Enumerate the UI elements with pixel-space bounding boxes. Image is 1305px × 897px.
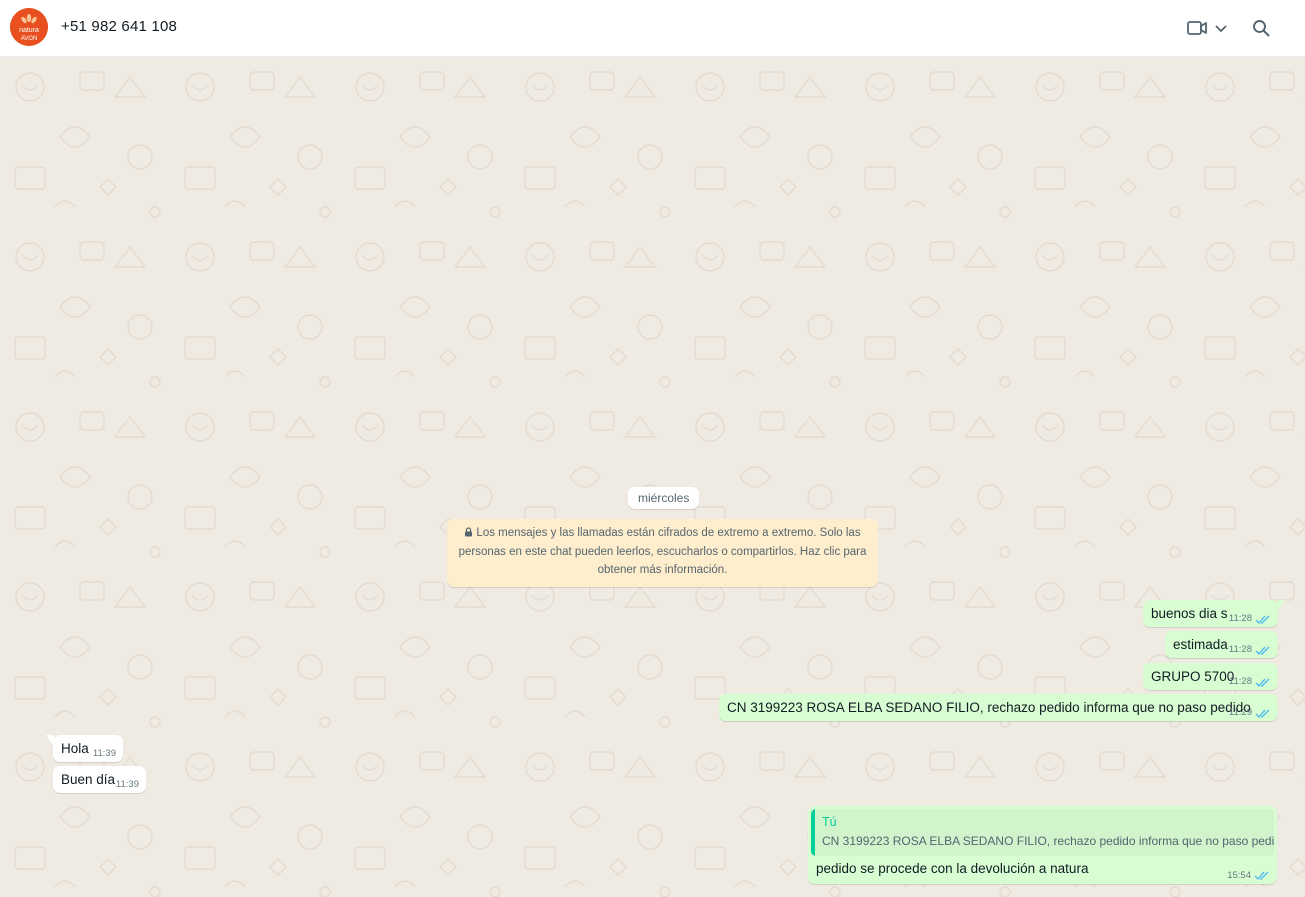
avatar[interactable]: natura AVON: [10, 8, 48, 46]
message-outgoing[interactable]: GRUPO 5700 11:28: [1143, 663, 1278, 690]
quoted-message[interactable]: Tú CN 3199223 ROSA ELBA SEDANO FILIO, re…: [811, 809, 1274, 856]
message-text: Buen día: [61, 772, 116, 787]
message-text: GRUPO 5700: [1151, 669, 1235, 684]
double-check-icon: [1255, 678, 1270, 687]
message-outgoing[interactable]: estimada 11:28: [1165, 631, 1278, 658]
search-button[interactable]: [1252, 14, 1274, 42]
message-text: Hola: [61, 741, 89, 756]
message-outgoing[interactable]: buenos dia s 11:28: [1143, 600, 1285, 627]
double-check-icon: [1254, 871, 1269, 881]
chat-wallpaper: [0, 57, 1305, 897]
quoted-text: CN 3199223 ROSA ELBA SEDANO FILIO, recha…: [822, 834, 1274, 848]
bubble-tail: [46, 735, 54, 747]
search-icon: [1253, 20, 1270, 37]
message-text: buenos dia s: [1151, 606, 1228, 621]
quote-bar: [811, 809, 815, 856]
message-outgoing[interactable]: CN 3199223 ROSA ELBA SEDANO FILIO, recha…: [719, 694, 1278, 721]
message-incoming[interactable]: Hola 11:39: [46, 735, 123, 762]
message-incoming[interactable]: Buen día 11:39: [53, 766, 146, 793]
message-text: CN 3199223 ROSA ELBA SEDANO FILIO, recha…: [727, 700, 1251, 715]
svg-text:AVON: AVON: [21, 36, 38, 42]
natura-avon-logo: natura AVON: [10, 8, 48, 46]
chat-panel[interactable]: miércoles Los mensajes y las llamadas es…: [0, 57, 1305, 897]
message-time: 11:39: [92, 748, 116, 759]
message-time: 11:39: [115, 779, 139, 790]
lock-icon: [465, 527, 473, 537]
message-text: pedido se procede con la devolución a na…: [816, 861, 1089, 876]
chevron-down-icon: [1215, 25, 1227, 33]
message-outgoing-reply[interactable]: Tú CN 3199223 ROSA ELBA SEDANO FILIO, re…: [808, 806, 1277, 884]
double-check-icon: [1255, 615, 1270, 624]
date-chip: miércoles: [628, 487, 700, 509]
encryption-notice-text: Los mensajes y las llamadas están cifrad…: [458, 527, 867, 576]
chat-header: natura AVON +51 982 641 108: [0, 0, 1305, 57]
quoted-author: Tú: [822, 815, 837, 829]
message-time: 11:29: [1228, 707, 1252, 718]
message-text: estimada: [1173, 637, 1228, 652]
encryption-notice[interactable]: Los mensajes y las llamadas están cifrad…: [447, 519, 878, 587]
video-camera-icon: [1187, 21, 1207, 35]
message-time: 15:54: [1227, 870, 1251, 881]
double-check-icon: [1255, 709, 1270, 718]
message-time: 11:28: [1228, 676, 1252, 687]
message-time: 11:28: [1228, 644, 1252, 655]
message-time: 11:28: [1228, 613, 1252, 624]
contact-name[interactable]: +51 982 641 108: [61, 18, 177, 35]
bubble-tail: [1277, 600, 1285, 612]
double-check-icon: [1255, 646, 1270, 655]
svg-text:natura: natura: [19, 27, 39, 34]
video-call-button[interactable]: [1187, 14, 1229, 42]
